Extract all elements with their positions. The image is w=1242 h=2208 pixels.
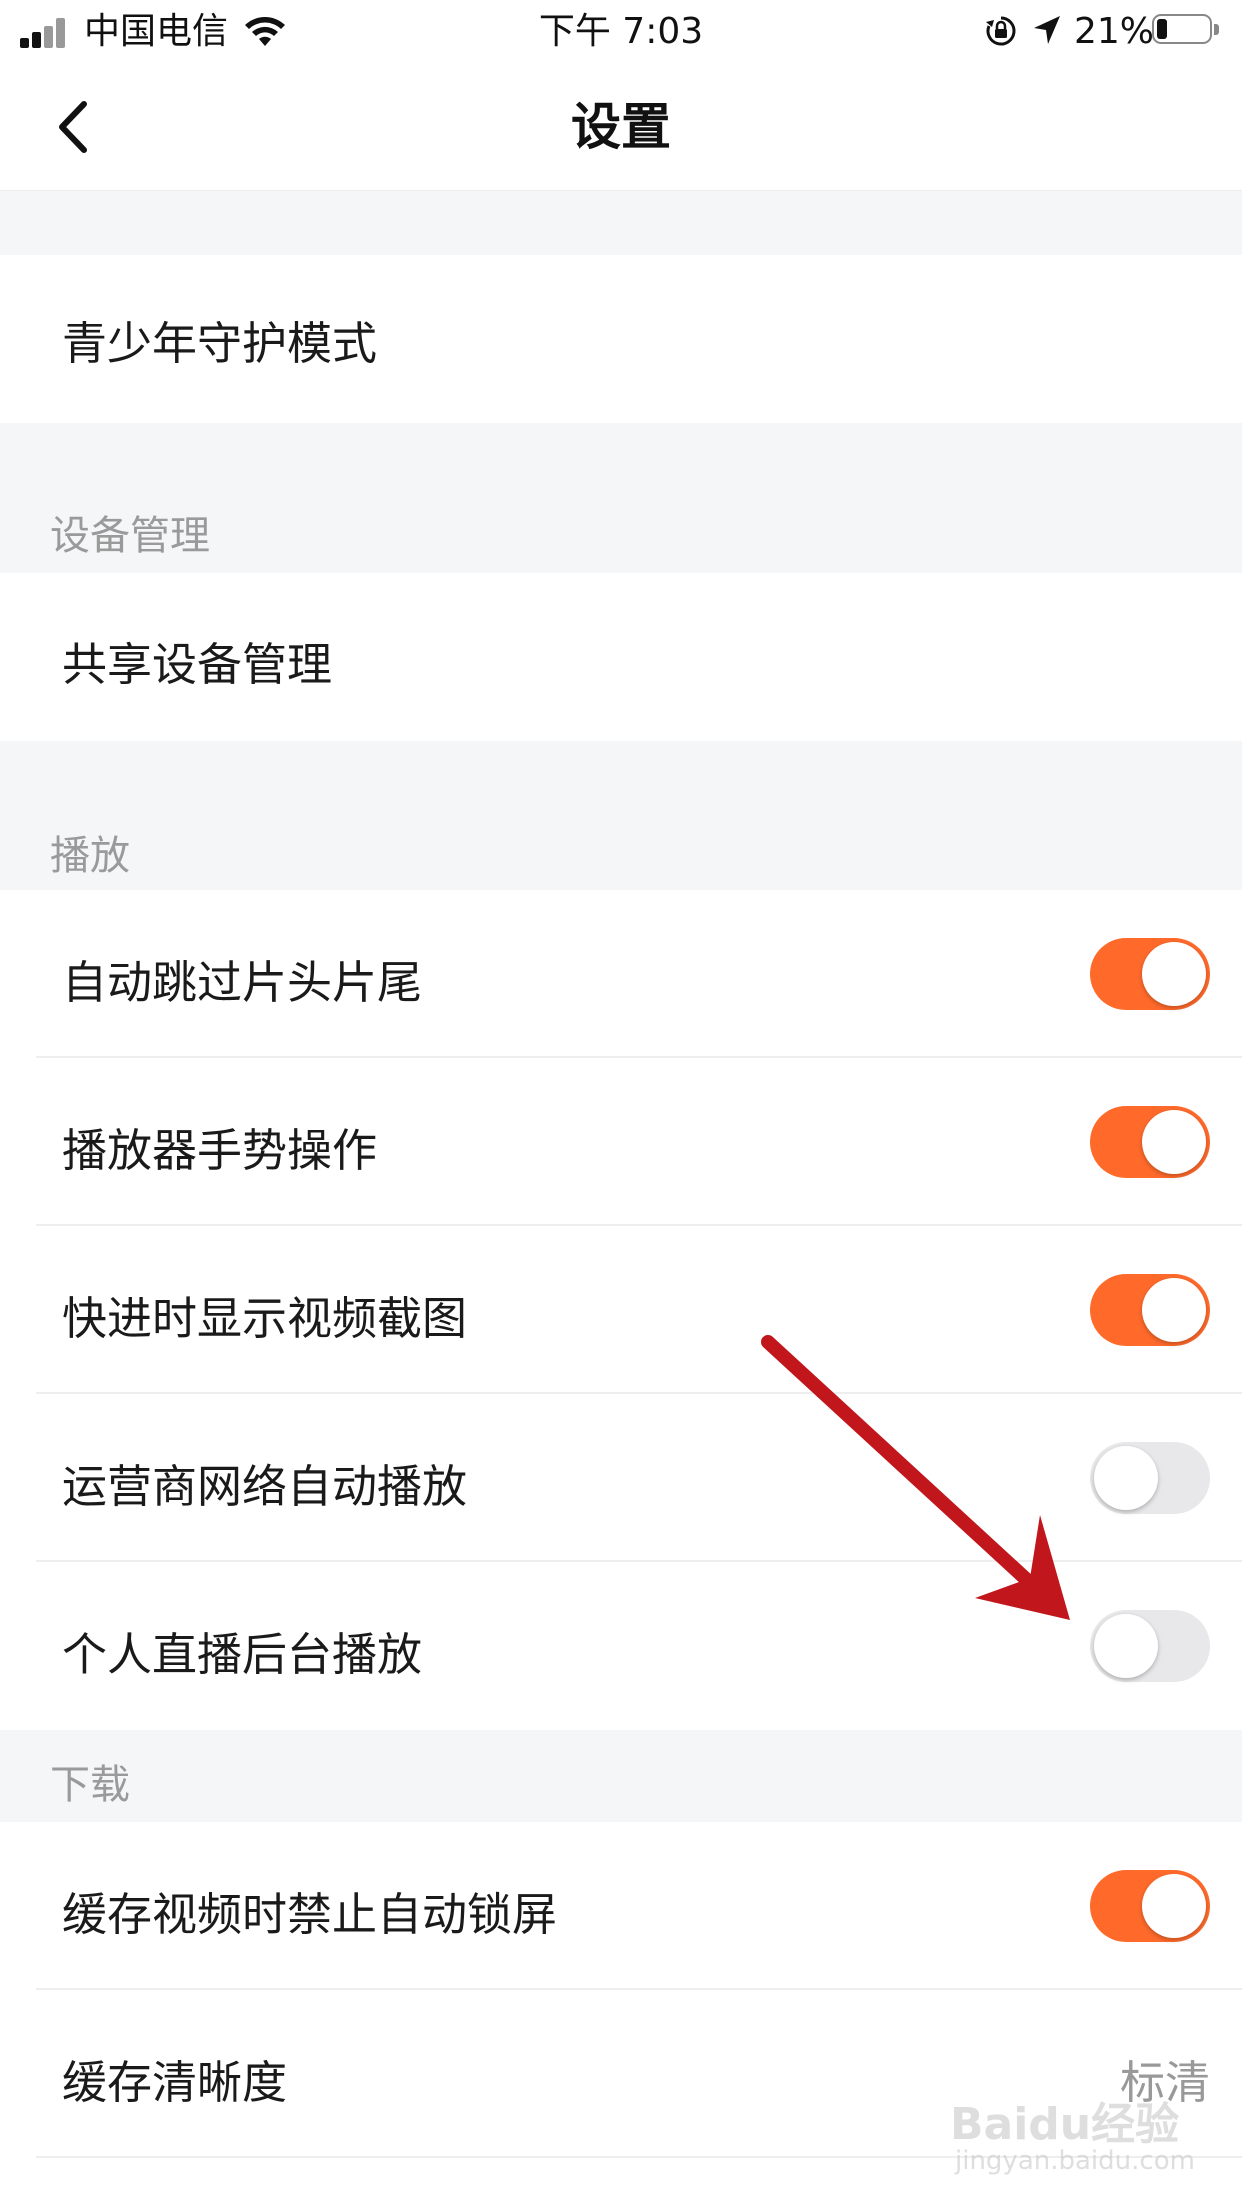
location-icon [1034,16,1060,44]
prevent-auto-lock-toggle[interactable] [1090,1870,1210,1942]
section-header-label: 播放 [50,833,130,879]
row-label: 共享设备管理 [62,638,333,691]
battery-icon [1152,14,1220,46]
annotation-arrow-icon [761,1335,1070,1620]
row-label: 快进时显示视频截图 [62,1292,468,1345]
row-label: 自动跳过片头片尾 [62,956,423,1009]
settings-row-youth-mode[interactable]: 青少年守护模式 [0,255,1242,423]
section-header-devices: 设备管理 [0,423,1242,573]
watermark-logo: Baidu经验 [950,2099,1180,2150]
settings-row-skip-intro-outro: 自动跳过片头片尾 [0,890,1242,1058]
row-label: 播放器手势操作 [62,1124,378,1177]
section-gap [0,191,1242,255]
row-label: 青少年守护模式 [62,317,378,370]
row-label: 缓存清晰度 [62,2056,288,2109]
section-header-download: 下载 [0,1730,1242,1822]
player-gestures-toggle[interactable] [1090,1106,1210,1178]
section-header-playback: 播放 [0,741,1242,890]
seek-thumbnails-toggle[interactable] [1090,1274,1210,1346]
watermark-url: jingyan.baidu.com [955,2146,1195,2176]
orientation-lock-icon [986,16,1016,46]
row-label: 个人直播后台播放 [62,1628,423,1681]
row-label: 运营商网络自动播放 [62,1460,468,1513]
settings-row-shared-devices[interactable]: 共享设备管理 [0,573,1242,741]
settings-row-player-gestures: 播放器手势操作 [0,1058,1242,1226]
skip-intro-outro-toggle[interactable] [1090,938,1210,1010]
battery-percent: 21% [1074,11,1155,52]
navigation-bar: 设置 [0,64,1242,191]
status-bar: 中国电信 下午 7:03 21% [0,0,1242,64]
section-header-label: 设备管理 [50,513,210,559]
page-title: 设置 [571,98,671,156]
live-background-play-toggle[interactable] [1090,1610,1210,1682]
settings-row-prevent-auto-lock: 缓存视频时禁止自动锁屏 [0,1822,1242,1990]
section-header-label: 下载 [50,1762,130,1808]
cellular-autoplay-toggle[interactable] [1090,1442,1210,1514]
row-label: 缓存视频时禁止自动锁屏 [62,1888,558,1941]
